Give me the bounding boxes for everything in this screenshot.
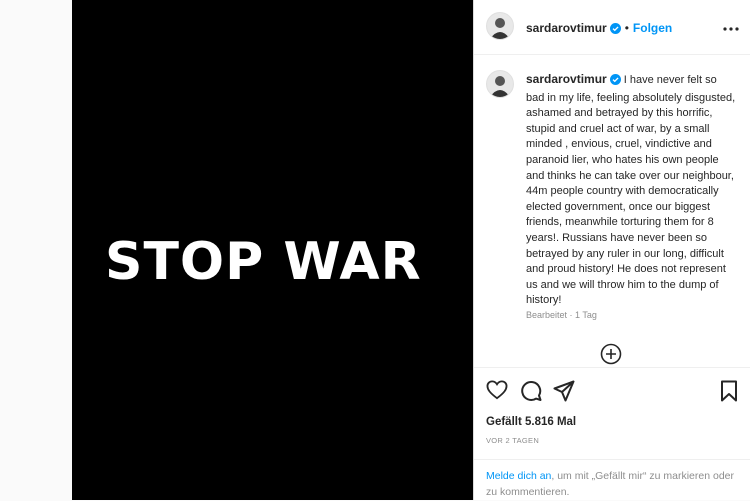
post-image-text: STOP WAR [105,232,422,292]
more-options-icon[interactable] [723,18,739,36]
add-circle-icon[interactable] [600,343,622,370]
post-sidebar: sardarovtimur • Folgen sardarovtimur I hav… [473,0,750,500]
post-caption: sardarovtimur I have never felt so bad i… [526,72,738,309]
bookmark-icon[interactable] [720,380,738,407]
share-icon[interactable] [553,380,575,407]
post-header: sardarovtimur • Folgen [474,0,750,55]
follow-button[interactable]: Folgen [633,21,672,35]
comment-icon[interactable] [520,380,542,407]
caption-text: I have never felt so bad in my life, fee… [526,74,736,307]
likes-count[interactable]: Gefällt 5.816 Mal [486,416,576,428]
login-prompt: Melde dich an, um mit „Gefällt mir“ zu m… [474,459,750,500]
post-image[interactable]: STOP WAR [72,0,473,500]
caption-avatar[interactable] [486,70,514,98]
instagram-post: STOP WAR sardarovtimur • Folgen sardarov… [72,0,750,500]
separator-dot: • [624,21,629,35]
header-user-line: sardarovtimur • Folgen [526,19,672,39]
verified-badge-icon [609,21,621,39]
username[interactable]: sardarovtimur [526,21,607,35]
post-time-ago[interactable]: VOR 2 TAGEN [486,436,539,445]
heart-icon[interactable] [486,380,508,405]
post-actions: Gefällt 5.816 Mal VOR 2 TAGEN Melde dich… [474,367,750,501]
caption-username[interactable]: sardarovtimur [526,72,607,86]
avatar[interactable] [486,12,514,40]
verified-badge-icon [609,74,621,91]
edited-timestamp: Bearbeitet · 1 Tag [526,310,597,320]
login-link[interactable]: Melde dich an [486,470,551,482]
